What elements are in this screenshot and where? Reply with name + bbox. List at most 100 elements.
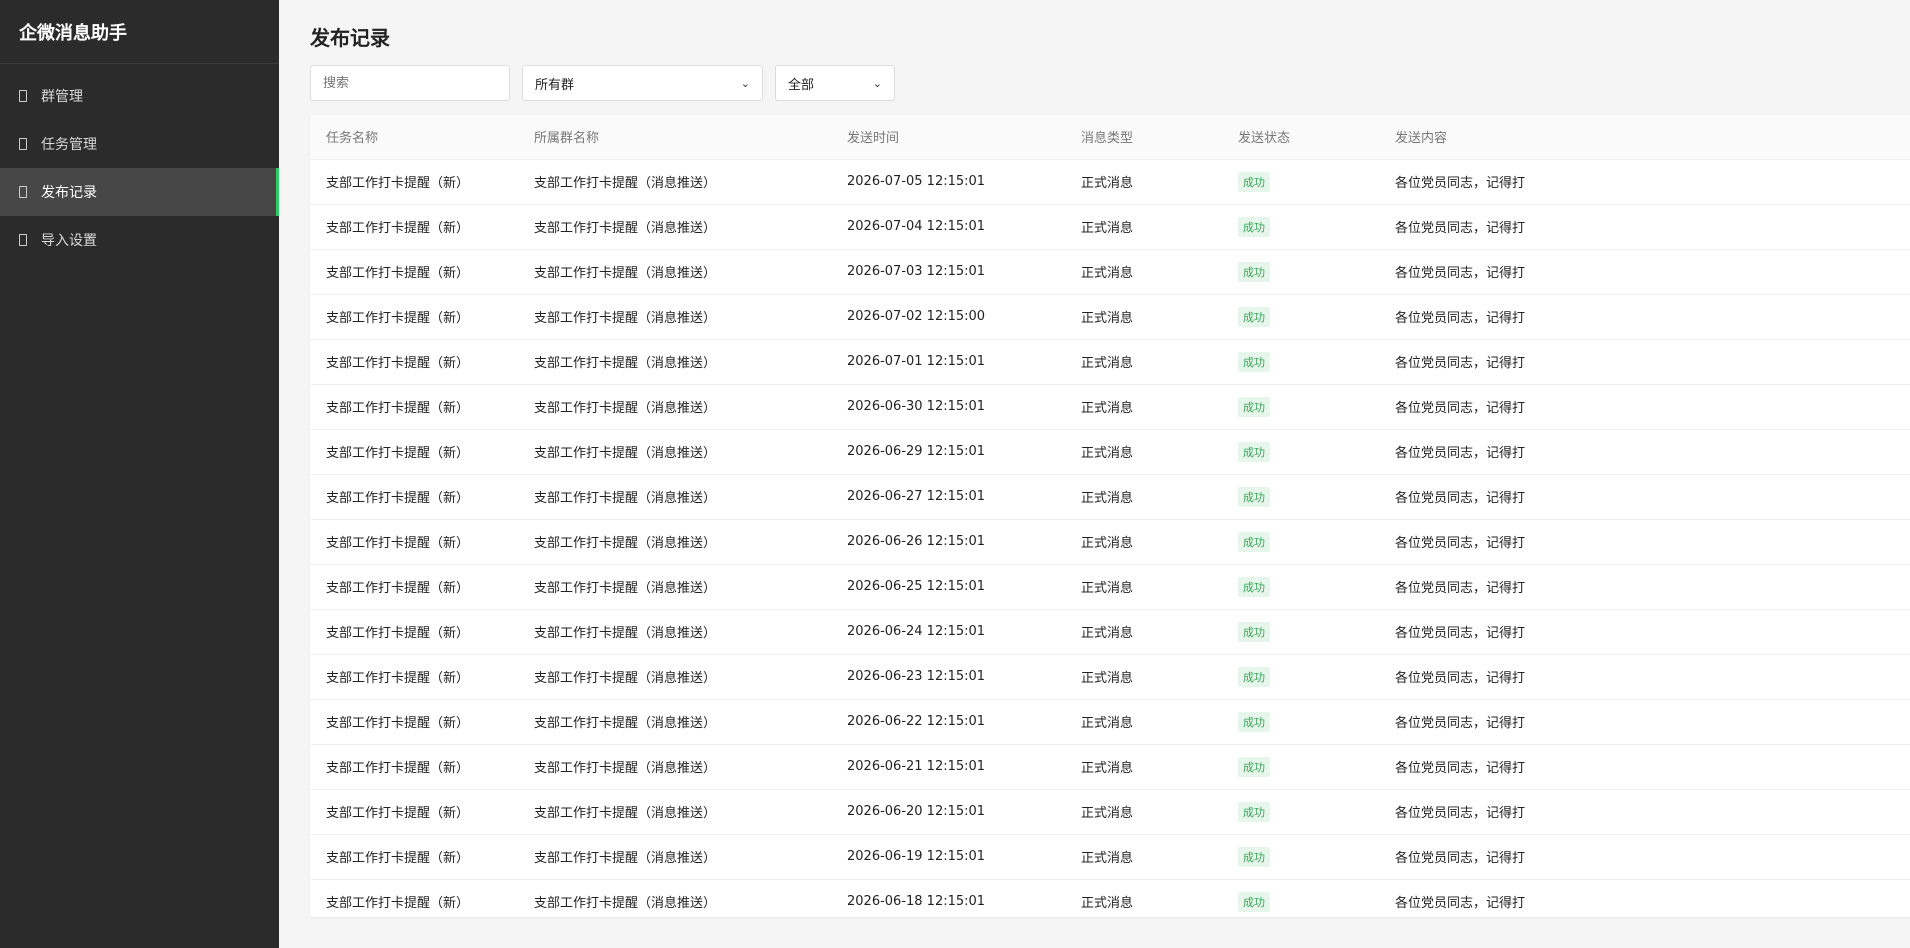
cell-task-name: 支部工作打卡提醒（新）: [310, 384, 518, 430]
cell-group-name: 支部工作打卡提醒（消息推送）: [518, 519, 831, 565]
cell-task-name: 支部工作打卡提醒（新）: [310, 699, 518, 745]
cell-send-time: 2026-07-02 12:15:00: [831, 294, 1065, 340]
sidebar: 企微消息助手 群管理 任务管理 发布记录 导入设置: [0, 0, 279, 948]
task-icon: [19, 138, 27, 150]
table-row: 支部工作打卡提醒（新） 支部工作打卡提醒（消息推送） 2026-06-20 12:1…: [310, 789, 1910, 835]
cell-group-name: 支部工作打卡提醒（消息推送）: [518, 789, 831, 835]
cell-group-name: 支部工作打卡提醒（消息推送）: [518, 474, 831, 520]
sidebar-item-task-management[interactable]: 任务管理: [0, 120, 279, 168]
cell-send-status: 成功: [1222, 294, 1379, 340]
cell-send-content: 各位党员同志，记得打: [1379, 204, 1910, 250]
cell-send-content: 各位党员同志，记得打: [1379, 654, 1910, 700]
cell-send-time: 2026-06-18 12:15:01: [831, 879, 1065, 917]
cell-message-type: 正式消息: [1065, 429, 1222, 475]
main-content: 发布记录 所有群 ⌄ 全部 ⌄ 任务名称 所属群名: [279, 0, 1910, 948]
status-badge: 成功: [1238, 621, 1270, 642]
cell-send-time: 2026-06-29 12:15:01: [831, 429, 1065, 475]
app-window: 企微消息助手 群管理 任务管理 发布记录 导入设置 发布记录 搜索 所有群 ⌄ …: [0, 0, 1910, 948]
cell-task-name: 支部工作打卡提醒（新）: [310, 654, 518, 700]
cell-send-content: 各位党员同志，记得打: [1379, 879, 1910, 917]
table-row: 支部工作打卡提醒（新） 支部工作打卡提醒（消息推送） 2026-06-27 12:1…: [310, 474, 1910, 520]
cell-message-type: 正式消息: [1065, 744, 1222, 790]
search-input[interactable]: [310, 65, 510, 101]
sidebar-nav: 群管理 任务管理 发布记录 导入设置: [0, 64, 279, 264]
status-badge: 成功: [1238, 891, 1270, 912]
cell-message-type: 正式消息: [1065, 159, 1222, 205]
cell-send-time: 2026-06-21 12:15:01: [831, 744, 1065, 790]
cell-group-name: 支部工作打卡提醒（消息推送）: [518, 564, 831, 610]
cell-send-status: 成功: [1222, 564, 1379, 610]
cell-message-type: 正式消息: [1065, 519, 1222, 565]
group-select[interactable]: 所有群 ⌄: [522, 65, 763, 101]
cell-send-time: 2026-07-04 12:15:01: [831, 204, 1065, 250]
record-icon: [19, 186, 27, 198]
status-badge: 成功: [1238, 711, 1270, 732]
chevron-down-icon: ⌄: [740, 76, 750, 90]
cell-send-content: 各位党员同志，记得打: [1379, 429, 1910, 475]
records-table-body: 支部工作打卡提醒（新） 支部工作打卡提醒（消息推送） 2026-07-05 12:1…: [310, 159, 1910, 917]
cell-send-time: 2026-06-22 12:15:01: [831, 699, 1065, 745]
status-badge: 成功: [1238, 576, 1270, 597]
sidebar-item-label: 群管理: [41, 89, 83, 105]
cell-send-status: 成功: [1222, 159, 1379, 205]
sidebar-item-label: 导入设置: [41, 233, 97, 249]
cell-send-content: 各位党员同志，记得打: [1379, 519, 1910, 565]
status-badge: 成功: [1238, 531, 1270, 552]
table-row: 支部工作打卡提醒（新） 支部工作打卡提醒（消息推送） 2026-07-02 12:1…: [310, 294, 1910, 340]
cell-send-time: 2026-06-27 12:15:01: [831, 474, 1065, 520]
cell-send-status: 成功: [1222, 744, 1379, 790]
cell-group-name: 支部工作打卡提醒（消息推送）: [518, 249, 831, 295]
cell-group-name: 支部工作打卡提醒（消息推送）: [518, 609, 831, 655]
status-badge: 成功: [1238, 486, 1270, 507]
status-badge: 成功: [1238, 666, 1270, 687]
cell-group-name: 支部工作打卡提醒（消息推送）: [518, 699, 831, 745]
cell-group-name: 支部工作打卡提醒（消息推送）: [518, 429, 831, 475]
cell-send-content: 各位党员同志，记得打: [1379, 249, 1910, 295]
sidebar-item-import-settings[interactable]: 导入设置: [0, 216, 279, 264]
cell-message-type: 正式消息: [1065, 564, 1222, 610]
table-row: 支部工作打卡提醒（新） 支部工作打卡提醒（消息推送） 2026-07-04 12:1…: [310, 204, 1910, 250]
column-header-send-time: 发送时间: [831, 115, 1065, 160]
cell-task-name: 支部工作打卡提醒（新）: [310, 204, 518, 250]
table-row: 支部工作打卡提醒（新） 支部工作打卡提醒（消息推送） 2026-06-22 12:1…: [310, 699, 1910, 745]
cell-send-time: 2026-06-25 12:15:01: [831, 564, 1065, 610]
cell-message-type: 正式消息: [1065, 699, 1222, 745]
cell-send-status: 成功: [1222, 654, 1379, 700]
cell-message-type: 正式消息: [1065, 609, 1222, 655]
cell-send-content: 各位党员同志，记得打: [1379, 384, 1910, 430]
cell-group-name: 支部工作打卡提醒（消息推送）: [518, 384, 831, 430]
status-badge: 成功: [1238, 216, 1270, 237]
status-badge: 成功: [1238, 351, 1270, 372]
cell-task-name: 支部工作打卡提醒（新）: [310, 744, 518, 790]
sidebar-item-publish-records[interactable]: 发布记录: [0, 168, 279, 216]
table-row: 支部工作打卡提醒（新） 支部工作打卡提醒（消息推送） 2026-07-01 12:1…: [310, 339, 1910, 385]
cell-task-name: 支部工作打卡提醒（新）: [310, 429, 518, 475]
cell-group-name: 支部工作打卡提醒（消息推送）: [518, 339, 831, 385]
status-select[interactable]: 全部 ⌄: [775, 65, 895, 101]
sidebar-item-group-management[interactable]: 群管理: [0, 72, 279, 120]
cell-send-content: 各位党员同志，记得打: [1379, 834, 1910, 880]
cell-task-name: 支部工作打卡提醒（新）: [310, 564, 518, 610]
filter-bar: 所有群 ⌄ 全部 ⌄: [310, 65, 1879, 101]
records-table-card: 任务名称 所属群名称 发送时间 消息类型 发送状态 发送内容 支部工作打卡提醒（…: [310, 115, 1910, 917]
group-select-value: 所有群: [535, 77, 575, 93]
status-badge: 成功: [1238, 801, 1270, 822]
status-badge: 成功: [1238, 441, 1270, 462]
table-row: 支部工作打卡提醒（新） 支部工作打卡提醒（消息推送） 2026-06-19 12:1…: [310, 834, 1910, 880]
table-header-row: 任务名称 所属群名称 发送时间 消息类型 发送状态 发送内容: [310, 115, 1910, 160]
records-table: 任务名称 所属群名称 发送时间 消息类型 发送状态 发送内容 支部工作打卡提醒（…: [310, 115, 1910, 917]
cell-task-name: 支部工作打卡提醒（新）: [310, 609, 518, 655]
cell-send-content: 各位党员同志，记得打: [1379, 474, 1910, 520]
cell-send-content: 各位党员同志，记得打: [1379, 699, 1910, 745]
cell-send-content: 各位党员同志，记得打: [1379, 294, 1910, 340]
cell-send-status: 成功: [1222, 609, 1379, 655]
cell-task-name: 支部工作打卡提醒（新）: [310, 879, 518, 917]
cell-send-time: 2026-06-30 12:15:01: [831, 384, 1065, 430]
status-badge: 成功: [1238, 261, 1270, 282]
cell-task-name: 支部工作打卡提醒（新）: [310, 159, 518, 205]
cell-message-type: 正式消息: [1065, 654, 1222, 700]
cell-send-time: 2026-07-03 12:15:01: [831, 249, 1065, 295]
table-row: 支部工作打卡提醒（新） 支部工作打卡提醒（消息推送） 2026-06-18 12:1…: [310, 879, 1910, 917]
sidebar-item-label: 任务管理: [41, 137, 97, 153]
cell-message-type: 正式消息: [1065, 474, 1222, 520]
